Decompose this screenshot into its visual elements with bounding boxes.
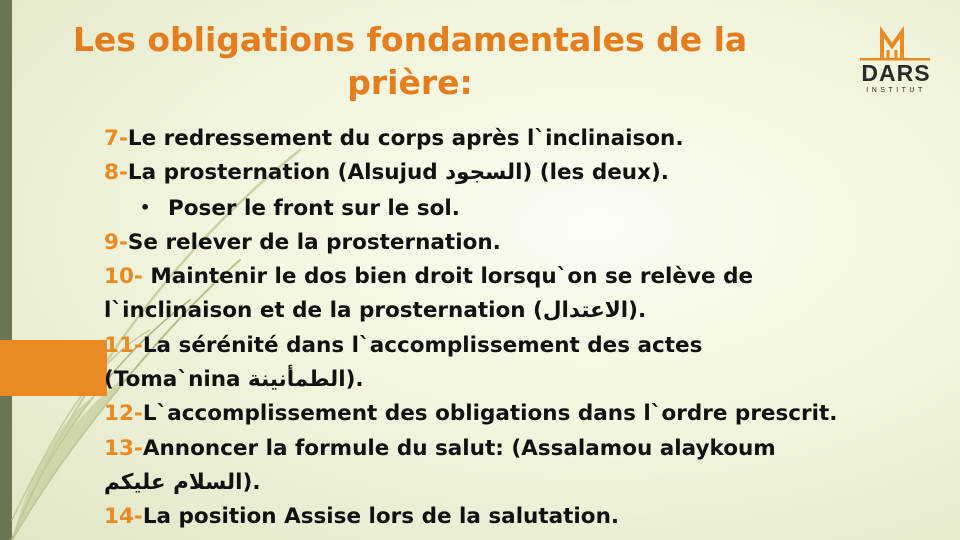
item-text: l`inclinaison et de la prosternation (ال… — [104, 298, 647, 324]
item-number: 8- — [104, 160, 128, 186]
item-text: La position Assise lors de la salutation… — [142, 504, 620, 530]
list-item: 10- Maintenir le dos bien droit lorsqu`o… — [104, 260, 934, 294]
item-text: السلام عليكم). — [104, 469, 261, 495]
logo-emblem-icon — [860, 26, 930, 61]
item-text: La sérénité dans l`accomplissement des a… — [142, 332, 703, 358]
item-text: Annoncer la formule du salut: (Assalamou… — [142, 435, 776, 461]
item-text: Se relever de la prosternation. — [127, 229, 501, 255]
item-number: 13- — [104, 435, 143, 461]
list-item: 13-Annoncer la formule du salut: (Assala… — [104, 432, 934, 466]
list-item-continuation: l`inclinaison et de la prosternation (ال… — [104, 294, 934, 328]
list-item: 12-L`accomplissement des obligations dan… — [104, 397, 934, 431]
dars-logo: DARS INSTITUT — [852, 26, 938, 106]
list-item: 7-Le redressement du corps après l`incli… — [104, 122, 934, 156]
item-number: 7- — [104, 126, 128, 151]
list-item: 11-La sérénité dans l`accomplissement de… — [104, 329, 934, 363]
slide-title: Les obligations fondamentales de la priè… — [72, 20, 748, 102]
list-item-continuation: السلام عليكم). — [104, 466, 934, 500]
item-text: Le redressement du corps après l`inclina… — [127, 126, 684, 151]
list-item: 9-Se relever de la prosternation. — [104, 226, 934, 260]
item-text: Poser le front sur le sol. — [168, 195, 460, 221]
sub-bullet-item: • Poser le front sur le sol. — [104, 191, 934, 226]
item-number: 10- — [104, 264, 143, 290]
item-text: La prosternation (Alsujud السجود) (les d… — [127, 160, 669, 186]
list-item: 14-La position Assise lors de la salutat… — [104, 500, 934, 534]
obligations-list: 7-Le redressement du corps après l`incli… — [104, 122, 934, 535]
item-text: Maintenir le dos bien droit lorsqu`on se… — [142, 264, 754, 290]
bullet-icon: • — [140, 197, 151, 217]
logo-subtitle: INSTITUT — [866, 87, 926, 94]
item-text: L`accomplissement des obligations dans l… — [142, 401, 838, 427]
item-number: 11- — [104, 332, 143, 358]
item-number: 9- — [104, 229, 128, 255]
logo-name: DARS — [861, 60, 931, 86]
item-number: 14- — [104, 504, 143, 530]
orange-tab-marker — [0, 340, 107, 396]
list-item-continuation: (Toma`nina الطمأنينة). — [104, 363, 934, 397]
list-item: 8-La prosternation (Alsujud السجود) (les… — [104, 156, 934, 190]
item-number: 12- — [104, 401, 143, 427]
item-text: (Toma`nina الطمأنينة). — [104, 367, 364, 393]
